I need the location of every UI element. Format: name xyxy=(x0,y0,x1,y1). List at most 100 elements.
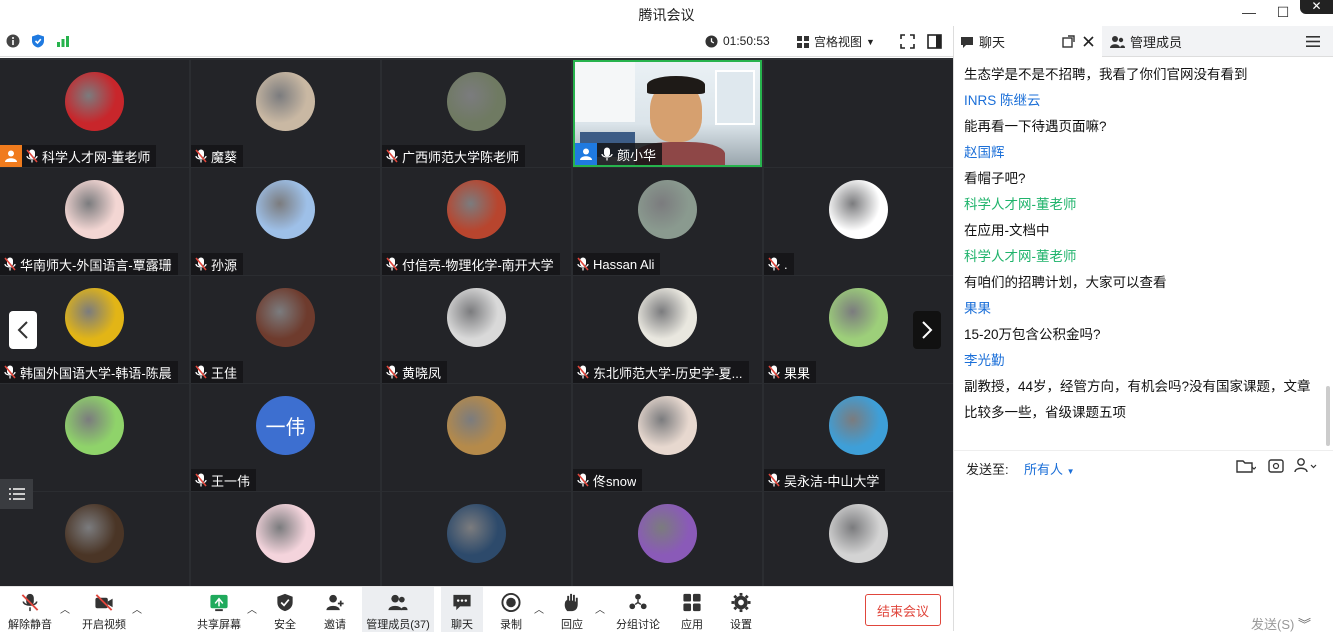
avatar xyxy=(65,72,124,131)
participant-tile[interactable]: 一伟 王一伟 xyxy=(191,384,380,491)
members-icon xyxy=(388,594,408,611)
mic-muted-icon xyxy=(191,469,211,491)
security-button[interactable]: 安全 xyxy=(270,587,300,632)
participant-name: 东北师范大学-历史学-夏... xyxy=(593,365,743,381)
caret-up-icon[interactable]: ︿ xyxy=(247,601,257,616)
participant-tile[interactable]: . xyxy=(764,168,953,275)
unmute-button[interactable]: 解除静音 xyxy=(8,587,52,632)
maximize-button[interactable]: ☐ xyxy=(1272,2,1294,22)
participant-name: 佟snow xyxy=(593,473,637,489)
participant-tile[interactable] xyxy=(382,492,571,586)
menu-icon[interactable] xyxy=(1306,35,1320,48)
breakout-rooms-button[interactable]: 分组讨论 xyxy=(615,587,661,632)
react-button[interactable]: 回应 xyxy=(558,587,586,632)
participant-tile[interactable] xyxy=(382,384,571,491)
participant-tile[interactable]: 科学人才网-董老师 xyxy=(0,60,189,167)
next-page-button[interactable] xyxy=(913,311,941,349)
chat-message-text: 有咱们的招聘计划，大家可以查看 xyxy=(964,275,1167,290)
send-to-label: 发送至: xyxy=(966,462,1009,477)
grid-view-selector[interactable]: 宫格视图 ▼ xyxy=(796,33,875,50)
participant-tile[interactable]: 王佳 xyxy=(191,276,380,383)
chat-message-text: 生态学是不是不招聘，我看了你们官网没有看到 xyxy=(964,67,1248,82)
send-to-select[interactable]: 所有人 ▼ xyxy=(1024,459,1075,478)
unmute-label: 解除静音 xyxy=(8,619,52,631)
participant-tile[interactable] xyxy=(764,492,953,586)
chat-sender-name: 科学人才网-董老师 xyxy=(964,197,1077,212)
chat-message-list: 生态学是不是不招聘，我看了你们官网没有看到 INRS 陈继云 能再看一下待遇页面嘛?… xyxy=(964,62,1319,426)
nameplate: 孙源 xyxy=(191,253,244,275)
avatar xyxy=(65,504,124,563)
record-button[interactable]: 录制 xyxy=(497,587,525,632)
mic-muted-icon xyxy=(382,253,402,275)
settings-label: 设置 xyxy=(730,619,752,631)
mic-muted-icon xyxy=(191,145,211,167)
caret-up-icon[interactable]: ︿ xyxy=(132,601,142,616)
info-icon[interactable] xyxy=(6,34,20,48)
screenshot-icon[interactable] xyxy=(1268,458,1284,474)
meeting-toolbar: 01:50:53 宫格视图 ▼ xyxy=(0,26,953,57)
caret-up-icon[interactable]: ︿ xyxy=(595,601,605,616)
title-bar: 腾讯会议 — ☐ ✕ xyxy=(0,0,1333,26)
manage-members-button[interactable]: 管理成员(37) xyxy=(362,587,434,632)
close-icon[interactable] xyxy=(1082,35,1095,48)
participant-tile[interactable] xyxy=(764,60,953,167)
prev-page-button[interactable] xyxy=(9,311,37,349)
participant-tile[interactable]: 吴永洁-中山大学 xyxy=(764,384,953,491)
record-icon xyxy=(501,592,521,613)
participant-tile[interactable]: 魔葵 xyxy=(191,60,380,167)
security-shield-icon xyxy=(277,593,293,612)
apps-button[interactable]: 应用 xyxy=(678,587,706,632)
tab-chat-label: 聊天 xyxy=(979,35,1006,50)
participant-name: 黄晓凤 xyxy=(402,365,442,381)
folder-icon[interactable] xyxy=(1236,458,1256,474)
tab-members[interactable]: 管理成员 xyxy=(1104,26,1252,57)
bottom-toolbar: 解除静音 ︿ 开启视频 ︿ 共享屏幕 ︿ 安全 邀请 管理成员(37) 聊天 录… xyxy=(0,586,953,632)
popout-icon[interactable] xyxy=(1062,35,1075,48)
settings-button[interactable]: 设置 xyxy=(727,587,755,632)
participant-tile[interactable]: 东北师范大学-历史学-夏... xyxy=(573,276,762,383)
minimize-button[interactable]: — xyxy=(1238,2,1260,22)
invite-button[interactable]: 邀请 xyxy=(321,587,349,632)
mic-muted-icon xyxy=(573,253,593,275)
participant-tile[interactable] xyxy=(573,492,762,586)
caret-up-icon[interactable]: ︿ xyxy=(60,601,70,616)
caret-up-icon[interactable]: ︿ xyxy=(534,601,544,616)
participant-tile[interactable]: 华南师大-外国语言-覃露珊 xyxy=(0,168,189,275)
participant-tile[interactable]: 佟snow xyxy=(573,384,762,491)
share-screen-button[interactable]: 共享屏幕 xyxy=(196,587,242,632)
participant-tile[interactable] xyxy=(191,492,380,586)
user-select-icon[interactable] xyxy=(1294,457,1320,474)
invite-label: 邀请 xyxy=(324,619,346,631)
mic-muted-icon xyxy=(382,145,402,167)
host-icon xyxy=(575,143,597,165)
members-icon xyxy=(1110,35,1125,48)
end-meeting-button[interactable]: 结束会议 xyxy=(865,594,941,626)
participant-tile[interactable]: 广西师范大学陈老师 xyxy=(382,60,571,167)
chat-sender-name: 科学人才网-董老师 xyxy=(964,249,1077,264)
apps-label: 应用 xyxy=(681,619,703,631)
chat-scrollbar[interactable] xyxy=(1326,386,1330,446)
list-view-button[interactable] xyxy=(0,479,33,509)
signal-icon[interactable] xyxy=(56,34,70,48)
shield-icon[interactable] xyxy=(31,34,45,48)
participant-name: 科学人才网-董老师 xyxy=(42,149,151,165)
nameplate: 魔葵 xyxy=(191,145,244,167)
fullscreen-icon[interactable] xyxy=(900,34,915,49)
start-video-button[interactable]: 开启视频 xyxy=(80,587,128,632)
mic-muted-icon xyxy=(22,145,42,167)
participant-tile[interactable]: 颜小华 xyxy=(573,60,762,167)
participant-tile[interactable]: 付信亮-物理化学-南开大学 xyxy=(382,168,571,275)
timer-text: 01:50:53 xyxy=(723,34,770,48)
avatar xyxy=(256,288,315,347)
participant-tile[interactable]: 黄晓凤 xyxy=(382,276,571,383)
chat-button[interactable]: 聊天 xyxy=(441,587,483,632)
sidebar-toggle-icon[interactable] xyxy=(927,34,942,49)
avatar xyxy=(829,288,888,347)
participant-tile[interactable]: Hassan Ali xyxy=(573,168,762,275)
chat-sender-name: 果果 xyxy=(964,301,991,316)
close-window-button[interactable]: ✕ xyxy=(1300,0,1333,14)
tab-chat[interactable]: 聊天 xyxy=(954,26,1102,57)
participant-tile[interactable]: 孙源 xyxy=(191,168,380,275)
participant-tile[interactable] xyxy=(0,384,189,491)
send-button[interactable]: 发送(S) ︾ xyxy=(1251,614,1311,633)
